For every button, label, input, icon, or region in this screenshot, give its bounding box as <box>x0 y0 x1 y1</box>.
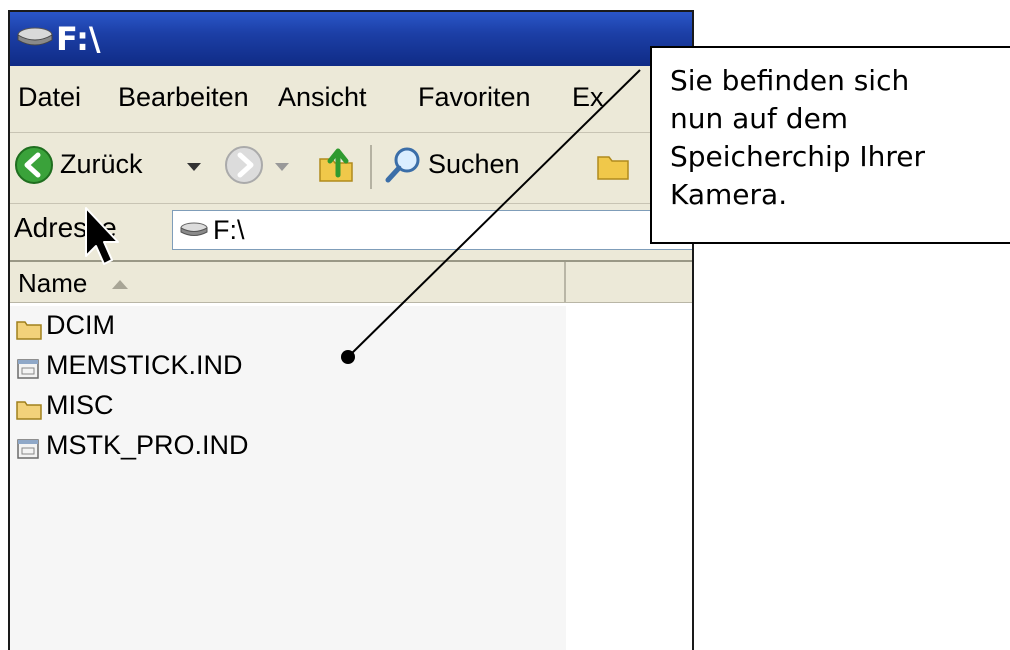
window-title: F:\ <box>56 20 101 58</box>
search-label: Suchen <box>428 149 520 179</box>
title-bar[interactable]: F:\ <box>10 12 692 66</box>
file-icon <box>17 359 39 379</box>
folder-icon <box>16 401 42 420</box>
callout-line: Kamera. <box>670 178 788 211</box>
folders-icon[interactable] <box>594 145 634 185</box>
forward-button[interactable] <box>220 143 306 191</box>
column-header-row: Name <box>10 262 692 303</box>
sort-ascending-icon <box>112 280 128 289</box>
drive-icon <box>17 27 53 46</box>
callout-box: Sie befinden sich nun auf dem Speicherch… <box>650 46 1010 244</box>
menu-bearbeiten[interactable]: Bearbeiten <box>118 82 249 113</box>
menu-datei[interactable]: Datei <box>18 82 81 113</box>
details-column-area <box>566 306 692 650</box>
address-bar: Adresse F:\ <box>10 204 692 262</box>
callout-line: Speicherchip Ihrer <box>670 140 926 173</box>
menu-extras[interactable]: Ex <box>572 82 604 113</box>
file-view: Name DCIM MEMSTICK.IND MISC MSTK_PRO.IND <box>10 262 692 650</box>
explorer-window: F:\ Datei Bearbeiten Ansicht Favoriten E… <box>8 10 694 650</box>
toolbar-separator <box>370 145 372 189</box>
file-name: DCIM <box>46 310 115 340</box>
file-name: MISC <box>46 390 114 420</box>
drive-icon <box>180 222 208 236</box>
folder-icon <box>16 321 42 340</box>
address-value: F:\ <box>213 215 245 245</box>
file-icon <box>17 439 39 459</box>
column-name-label: Name <box>18 268 88 298</box>
callout-text: Sie befinden sich nun auf dem Speicherch… <box>670 62 1010 214</box>
search-icon <box>385 147 420 183</box>
file-name: MSTK_PRO.IND <box>46 430 249 460</box>
back-label: Zurück <box>60 149 143 179</box>
column-header-size[interactable] <box>568 262 692 302</box>
back-button[interactable]: Zurück <box>14 143 214 191</box>
toolbar: Zurück Suchen <box>10 133 692 204</box>
up-folder-icon[interactable] <box>316 145 356 185</box>
callout-line: Sie befinden sich <box>670 64 910 97</box>
chevron-down-icon <box>275 163 289 171</box>
chevron-down-icon <box>187 163 201 171</box>
back-arrow-icon <box>15 146 53 184</box>
file-name: MEMSTICK.IND <box>46 350 243 380</box>
menu-favoriten[interactable]: Favoriten <box>418 82 531 113</box>
menu-ansicht[interactable]: Ansicht <box>278 82 367 113</box>
address-input[interactable]: F:\ <box>172 210 692 250</box>
column-header-name[interactable]: Name <box>10 262 566 302</box>
forward-arrow-icon <box>225 146 263 184</box>
address-label: Adresse <box>14 212 117 243</box>
search-button[interactable]: Suchen <box>382 143 572 191</box>
callout-line: nun auf dem <box>670 102 849 135</box>
menu-bar: Datei Bearbeiten Ansicht Favoriten Ex <box>10 66 692 133</box>
file-list: DCIM MEMSTICK.IND MISC MSTK_PRO.IND <box>10 306 566 650</box>
